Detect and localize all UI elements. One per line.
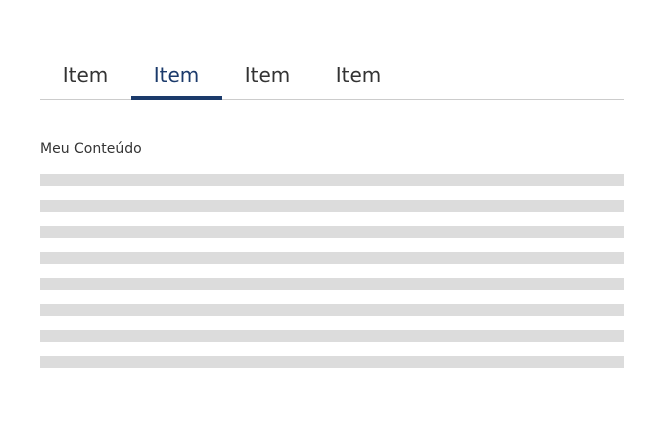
- placeholder-line: [40, 278, 624, 290]
- tab-item-1[interactable]: Item: [40, 50, 131, 99]
- tab-label: Item: [335, 62, 382, 87]
- placeholder-line: [40, 252, 624, 264]
- placeholder-line: [40, 304, 624, 316]
- placeholder-line: [40, 200, 624, 212]
- tab-label: Item: [62, 62, 109, 87]
- tab-item-4[interactable]: Item: [313, 50, 404, 99]
- tab-item-3[interactable]: Item: [222, 50, 313, 99]
- tab-label: Item: [153, 62, 200, 87]
- tab-label: Item: [244, 62, 291, 87]
- content-title: Meu Conteúdo: [40, 141, 142, 157]
- tab-item-2[interactable]: Item: [131, 50, 222, 100]
- placeholder-line: [40, 174, 624, 186]
- tab-bar: Item Item Item Item: [40, 50, 624, 100]
- placeholder-line: [40, 330, 624, 342]
- content-placeholder: [40, 174, 624, 382]
- placeholder-line: [40, 226, 624, 238]
- placeholder-line: [40, 356, 624, 368]
